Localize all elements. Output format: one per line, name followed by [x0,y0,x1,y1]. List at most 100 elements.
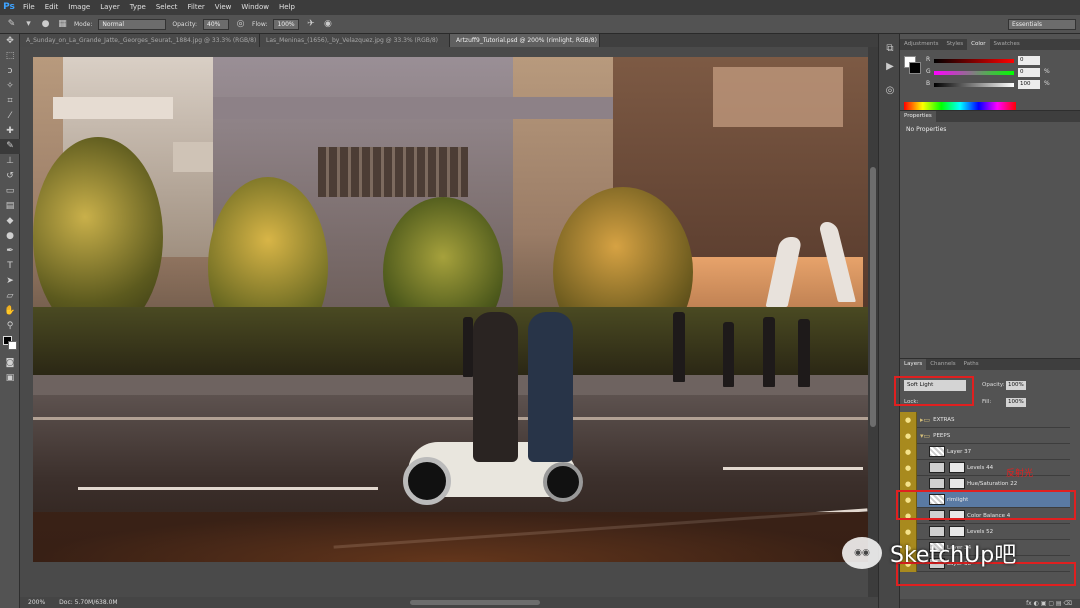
pedestrian [763,317,775,387]
type-tool-icon[interactable]: T [0,259,20,274]
layer-row[interactable]: ● Levels 44 [900,459,1070,476]
tools-panel: ✥ ⬚ ↄ ✧ ⌗ ⁄ ✚ ✎ ⊥ ↺ ▭ ▤ ◆ ● ✒ T ➤ ▱ ✋ ⚲ … [0,34,20,608]
color-wheel-icon[interactable]: ◎ [879,82,901,100]
menu-layer[interactable]: Layer [95,0,125,15]
menu-image[interactable]: Image [63,0,95,15]
visibility-eye-icon[interactable]: ● [900,427,917,444]
shape-tool-icon[interactable]: ▱ [0,289,20,304]
menu-select[interactable]: Select [151,0,183,15]
color-swatches[interactable] [0,334,19,356]
b-value[interactable]: 100 [1018,80,1040,89]
fill-field[interactable]: 100% [1006,398,1026,407]
history-panel-icon[interactable]: ⧉ [879,40,901,58]
layer-row[interactable]: ● Layer 37 [900,443,1070,460]
dodge-tool-icon[interactable]: ● [0,229,20,244]
doc-info[interactable]: Doc: 5.70M/638.0M [59,597,117,608]
b-slider-row: B 100 % [926,80,1076,90]
vertical-scrollbar[interactable] [868,47,878,597]
brush-preset-picker[interactable]: ▾ [23,19,34,30]
properties-body: No Properties [906,126,947,133]
menu-edit[interactable]: Edit [40,0,64,15]
hand-tool-icon[interactable]: ✋ [0,304,20,319]
brush-tool-icon[interactable]: ✎ [0,139,20,154]
flow-field[interactable]: 100% [273,18,300,30]
sidewalk [33,375,868,395]
lasso-tool-icon[interactable]: ↄ [0,64,20,79]
gradient-tool-icon[interactable]: ▤ [0,199,20,214]
color-spectrum-ramp[interactable] [904,102,1016,110]
screen-mode-icon[interactable]: ▣ [0,371,20,386]
zoom-level[interactable]: 200% [28,597,45,608]
layer-name: Layer 37 [947,448,972,455]
layer-opacity-field[interactable]: 100% [1006,381,1026,390]
quick-mask-icon[interactable]: ◙ [0,356,20,371]
tab-adjustments[interactable]: Adjustments [900,39,942,50]
clone-stamp-tool-icon[interactable]: ⊥ [0,154,20,169]
layers-footer-buttons[interactable]: fx ◐ ▣ ▢ ▤ ⌫ [900,599,1080,608]
tab-channels[interactable]: Channels [926,359,959,370]
history-brush-tool-icon[interactable]: ↺ [0,169,20,184]
background-color-swatch[interactable] [8,341,17,350]
eyedropper-tool-icon[interactable]: ⁄ [0,109,20,124]
menu-view[interactable]: View [210,0,237,15]
tab-styles[interactable]: Styles [942,39,967,50]
doc-tab-seurat[interactable]: A_Sunday_on_La_Grande_Jatte,_Georges_Seu… [20,34,260,47]
marquee-tool-icon[interactable]: ⬚ [0,49,20,64]
pressure-opacity-icon[interactable]: ◎ [235,19,246,30]
layer-row[interactable]: ● ▸▭ EXTRAS [900,412,1070,428]
g-slider[interactable] [934,71,1014,75]
visibility-eye-icon[interactable]: ● [900,459,917,476]
tab-color[interactable]: Color [967,39,990,50]
pressure-size-icon[interactable]: ◉ [322,19,333,30]
horizontal-scroll-thumb[interactable] [410,600,540,605]
brush-size-icon[interactable]: ● [40,19,51,30]
move-tool-icon[interactable]: ✥ [0,34,20,49]
doc-tab-meninas[interactable]: Las_Meninas_(1656),_by_Velazquez.jpg @ 3… [260,34,450,47]
canvas-area[interactable] [20,47,878,597]
actions-panel-icon[interactable]: ▶ [879,58,901,76]
mode-label: Mode: [74,20,93,28]
workspace-select[interactable]: Essentials [1008,19,1076,30]
brush-tool-icon[interactable]: ✎ [6,19,17,30]
layer-name: Hue/Saturation 22 [967,480,1018,487]
menu-type[interactable]: Type [125,0,151,15]
crop-tool-icon[interactable]: ⌗ [0,94,20,109]
menu-filter[interactable]: Filter [182,0,209,15]
r-slider[interactable] [934,59,1014,63]
pen-tool-icon[interactable]: ✒ [0,244,20,259]
visibility-eye-icon[interactable]: ● [900,443,917,460]
vertical-scroll-thumb[interactable] [870,167,876,427]
g-percent: % [1044,68,1050,75]
tab-swatches[interactable]: Swatches [990,39,1024,50]
menu-bar: Ps File Edit Image Layer Type Select Fil… [0,0,1080,15]
brush-panel-toggle-icon[interactable]: ▦ [57,19,68,30]
tab-properties[interactable]: Properties [900,111,936,122]
tab-paths[interactable]: Paths [960,359,983,370]
document-canvas[interactable] [33,57,868,562]
tab-layers[interactable]: Layers [900,359,927,370]
eraser-tool-icon[interactable]: ▭ [0,184,20,199]
r-value[interactable]: 0 [1018,56,1040,65]
annotation-label: 反射光 [1006,469,1034,479]
quick-select-tool-icon[interactable]: ✧ [0,79,20,94]
watermark: ◉◉ SketchUp吧 [842,533,1052,573]
zoom-tool-icon[interactable]: ⚲ [0,319,20,334]
layer-row[interactable]: ● ▾▭ PEEPS [900,427,1070,444]
b-percent: % [1044,80,1050,87]
healing-brush-tool-icon[interactable]: ✚ [0,124,20,139]
menu-window[interactable]: Window [236,0,274,15]
visibility-eye-icon[interactable]: ● [900,412,917,428]
opacity-field[interactable]: 40% [203,18,230,30]
doc-tab-tutorial[interactable]: Artzuff9_Tutorial.psd @ 200% (rimlight, … [450,34,600,47]
path-select-tool-icon[interactable]: ➤ [0,274,20,289]
background-swatch[interactable] [909,62,921,74]
menu-help[interactable]: Help [274,0,300,15]
b-slider[interactable] [934,83,1014,87]
road-line-dash-2 [723,467,863,470]
menu-file[interactable]: File [18,0,40,15]
airbrush-icon[interactable]: ✈ [305,19,316,30]
blur-tool-icon[interactable]: ◆ [0,214,20,229]
mode-select[interactable]: Normal [98,18,167,30]
fallen-leaves [33,512,868,562]
g-value[interactable]: 0 [1018,68,1040,77]
